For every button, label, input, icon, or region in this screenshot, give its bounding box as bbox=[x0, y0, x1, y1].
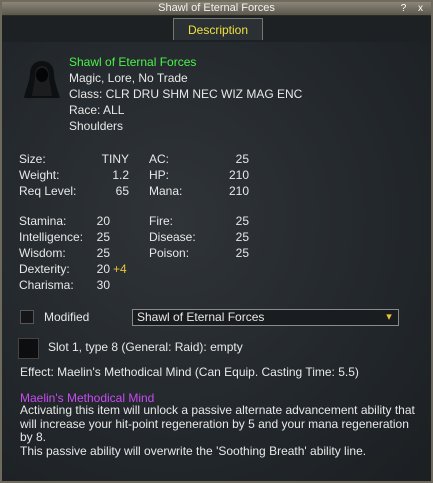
dexterity-label: Dexterity: bbox=[19, 262, 70, 276]
item-name: Shawl of Eternal Forces bbox=[69, 55, 197, 69]
wisdom-value: 25 bbox=[96, 246, 110, 260]
charisma-value: 30 bbox=[96, 278, 110, 292]
chevron-down-icon[interactable]: ▾ bbox=[383, 311, 395, 323]
hp-value: 210 bbox=[228, 168, 249, 182]
modified-label: Modified bbox=[44, 310, 90, 324]
size-value: TINY bbox=[101, 152, 129, 166]
item-flags: Magic, Lore, No Trade bbox=[69, 71, 188, 85]
item-slot: Shoulders bbox=[69, 119, 124, 133]
item-classes: Class: CLR DRU SHM NEC WIZ MAG ENC bbox=[69, 87, 303, 101]
hp-label: HP: bbox=[149, 168, 170, 182]
mana-label: Mana: bbox=[149, 184, 183, 198]
weight-value: 1.2 bbox=[112, 168, 129, 182]
tab-bar: Description bbox=[2, 16, 431, 42]
close-button[interactable]: x bbox=[415, 3, 426, 14]
dexterity-bonus: +4 bbox=[113, 262, 127, 276]
modified-checkbox[interactable] bbox=[20, 310, 34, 324]
item-display-window: Shawl of Eternal Forces ? x Description … bbox=[0, 0, 433, 483]
poison-label: Poison: bbox=[149, 246, 190, 260]
modified-dropdown-value: Shawl of Eternal Forces bbox=[137, 310, 265, 324]
stamina-label: Stamina: bbox=[19, 214, 67, 228]
shawl-icon bbox=[24, 61, 60, 98]
ac-label: AC: bbox=[149, 152, 170, 166]
wisdom-label: Wisdom: bbox=[19, 246, 66, 260]
intelligence-value: 25 bbox=[96, 230, 110, 244]
augment-slot-box[interactable] bbox=[18, 338, 39, 359]
weight-label: Weight: bbox=[19, 168, 60, 182]
item-race: Race: ALL bbox=[69, 103, 125, 117]
spell-description-text: Activating this item will unlock a passi… bbox=[20, 403, 415, 444]
spell-note-text: This passive ability will overwrite the … bbox=[20, 443, 367, 458]
mana-value: 210 bbox=[228, 184, 249, 198]
req-level-value: 65 bbox=[115, 184, 129, 198]
modified-dropdown[interactable]: Shawl of Eternal Forces ▾ bbox=[132, 309, 399, 326]
disease-label: Disease: bbox=[149, 230, 196, 244]
ac-value: 25 bbox=[235, 152, 249, 166]
stamina-value: 20 bbox=[96, 214, 110, 228]
effect-text: Effect: Maelin's Methodical Mind (Can Eq… bbox=[20, 365, 359, 379]
fire-label: Fire: bbox=[149, 214, 173, 228]
description-panel: Shawl of Eternal Forces Magic, Lore, No … bbox=[2, 42, 431, 481]
req-level-label: Req Level: bbox=[19, 184, 77, 198]
spell-description: Activating this item will unlock a passi… bbox=[20, 403, 420, 458]
charisma-label: Charisma: bbox=[19, 278, 74, 292]
title-bar[interactable]: Shawl of Eternal Forces ? x bbox=[2, 2, 431, 16]
poison-value: 25 bbox=[235, 246, 249, 260]
intelligence-label: Intelligence: bbox=[19, 230, 84, 244]
fire-value: 25 bbox=[235, 214, 249, 228]
help-button[interactable]: ? bbox=[398, 3, 409, 14]
augment-slot-text: Slot 1, type 8 (General: Raid): empty bbox=[48, 340, 243, 354]
dexterity-value: 20 bbox=[96, 262, 110, 276]
disease-value: 25 bbox=[235, 230, 249, 244]
window-title: Shawl of Eternal Forces bbox=[158, 2, 275, 14]
tab-description[interactable]: Description bbox=[173, 18, 263, 40]
size-label: Size: bbox=[19, 152, 46, 166]
